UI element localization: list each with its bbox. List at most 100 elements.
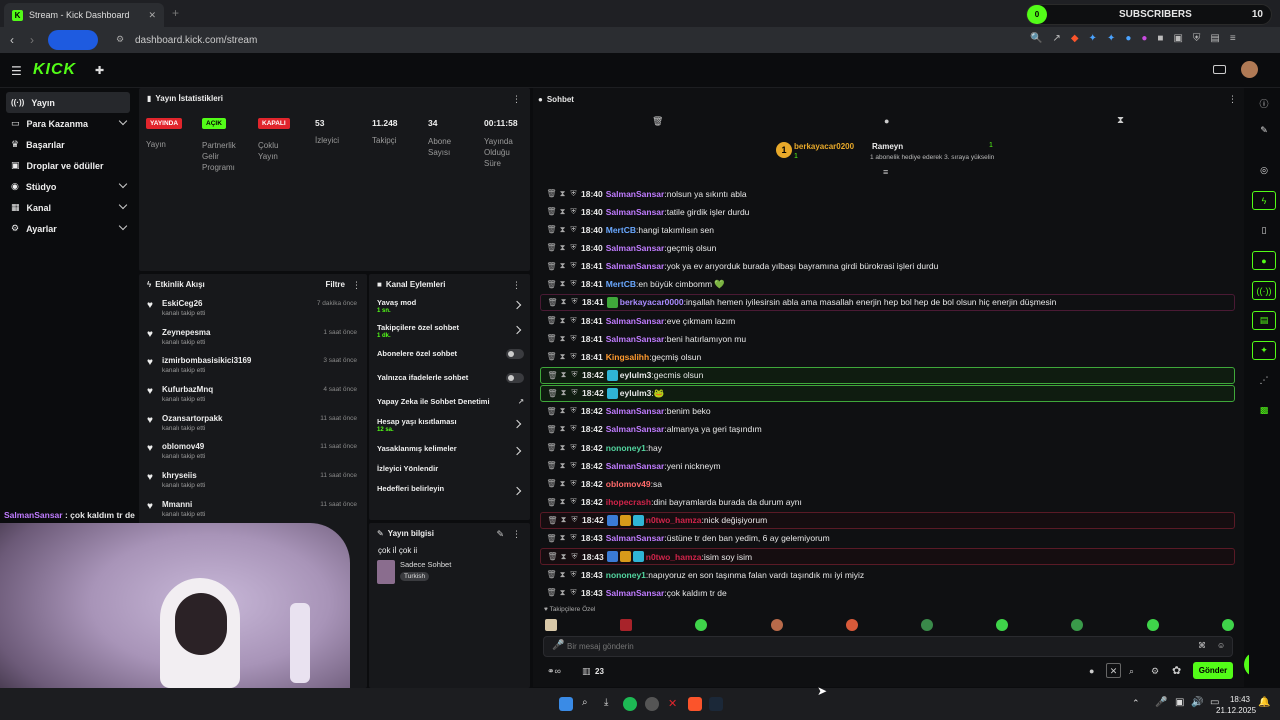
ban-icon[interactable]: ⛨ <box>568 588 579 598</box>
chat-message[interactable]: 🗑 ⧗ ⛨ 18:41 MertCB: en büyük cimbomm 💚 <box>540 276 1235 293</box>
mic-icon[interactable]: 🎤 <box>552 640 564 651</box>
chat-message[interactable]: 🗑 ⧗ ⛨ 18:43 nononey1: napıyoruz en son taşın… <box>540 566 1235 583</box>
timeout-icon[interactable]: ⧗ <box>557 352 568 362</box>
timeout-icon[interactable]: ⧗ <box>557 406 568 416</box>
ban-icon[interactable]: ⛨ <box>568 424 579 434</box>
timeout-icon[interactable]: ⧗ <box>557 461 568 471</box>
delete-message-icon[interactable]: 🗑 <box>546 352 557 361</box>
search-icon[interactable]: ⌕ <box>1129 666 1134 677</box>
channel-action-item[interactable]: Yasaklanmış kelimeler <box>369 444 530 464</box>
timeout-icon[interactable]: ⧗ <box>557 261 568 271</box>
ban-icon[interactable]: ⛨ <box>569 515 580 525</box>
delete-message-icon[interactable]: 🗑 <box>546 425 557 434</box>
chat-message[interactable]: 🗑 ⧗ ⛨ 18:43 n0two_hamza: isim soy isim <box>540 548 1235 565</box>
extension-4-icon[interactable]: ● <box>1141 33 1147 44</box>
command-icon[interactable]: ⌘ <box>1198 641 1206 650</box>
timeout-icon[interactable]: ⧗ <box>557 479 568 489</box>
delete-message-icon[interactable]: 🗑 <box>546 498 557 507</box>
site-info-icon[interactable]: ⚙ <box>116 34 124 45</box>
delete-message-icon[interactable]: 🗑 <box>546 189 557 198</box>
ban-icon[interactable]: ⛨ <box>568 570 579 580</box>
ban-icon[interactable]: ⛨ <box>568 479 579 489</box>
app-icon[interactable] <box>645 697 659 711</box>
toggle-switch[interactable] <box>506 373 524 383</box>
ban-icon[interactable]: ⛨ <box>568 461 579 471</box>
delete-message-icon[interactable]: 🗑 <box>546 534 557 543</box>
more-options-icon[interactable]: ⋮ <box>512 94 521 105</box>
message-username[interactable]: eylulm3 <box>620 370 652 380</box>
app-red-icon[interactable]: ✕ <box>668 697 677 710</box>
timeout-icon[interactable]: ⧗ <box>557 279 568 289</box>
message-username[interactable]: SalmanSansar <box>606 461 665 471</box>
chat-message[interactable]: 🗑 ⧗ ⛨ 18:40 MertCB: hangi takımlısın sen <box>540 221 1235 238</box>
avatar[interactable] <box>1241 61 1258 78</box>
channel-action-item[interactable]: Yalnızca ifadelerle sohbet <box>369 373 530 397</box>
message-username[interactable]: SalmanSansar <box>606 424 665 434</box>
delete-message-icon[interactable]: 🗑 <box>546 243 557 252</box>
message-username[interactable]: nononey1 <box>606 570 646 580</box>
message-username[interactable]: SalmanSansar <box>606 406 665 416</box>
gear-icon[interactable]: ⚙ <box>1151 666 1159 677</box>
tray-mic-icon[interactable]: 🎤 <box>1155 697 1167 708</box>
emote-icon[interactable] <box>770 619 783 631</box>
kick-logo[interactable]: KICK <box>33 61 76 79</box>
chat-message[interactable]: 🗑 ⧗ ⛨ 18:42 SalmanSansar: benim beko <box>540 403 1235 420</box>
info-icon[interactable]: ⓘ <box>1252 94 1276 113</box>
zoom-icon[interactable]: 🔍 <box>1030 33 1042 44</box>
message-username[interactable]: SalmanSansar <box>606 533 665 543</box>
chat-settings-icon[interactable]: ● <box>1089 666 1094 676</box>
chat-message[interactable]: 🗑 ⧗ ⛨ 18:42 ihopecrash: dini bayramlarda bur… <box>540 494 1235 511</box>
message-username[interactable]: SalmanSansar <box>606 261 665 271</box>
notification-icon[interactable]: 🔔 <box>1258 697 1270 708</box>
url-field[interactable]: dashboard.kick.com/stream <box>135 31 257 49</box>
message-username[interactable]: SalmanSansar <box>606 588 665 598</box>
emote-icon[interactable] <box>1146 619 1159 631</box>
message-username[interactable]: n0two_hamza <box>646 515 702 525</box>
channel-action-item[interactable]: Yavaş mod 1 sn. <box>369 298 530 323</box>
timeout-icon[interactable]: ⧗ <box>557 243 568 253</box>
delete-message-icon[interactable]: 🗑 <box>547 516 558 525</box>
ban-icon[interactable]: ⛨ <box>568 352 579 362</box>
delete-message-icon[interactable]: 🗑 <box>546 461 557 470</box>
browser-tab[interactable]: K Stream - Kick Dashboard ✕ <box>4 3 164 27</box>
delete-message-icon[interactable]: 🗑 <box>546 207 557 216</box>
camera-icon[interactable]: ◎ <box>1252 161 1276 180</box>
sidebar-item-droplar[interactable]: ▣ Droplar ve ödüller <box>0 155 136 176</box>
delete-message-icon[interactable]: 🗑 <box>547 389 558 398</box>
ban-icon[interactable]: ⛨ <box>569 388 580 398</box>
delete-message-icon[interactable]: 🗑 <box>547 371 558 380</box>
chat-message[interactable]: 🗑 ⧗ ⛨ 18:41 SalmanSansar: eve çıkmam lazım <box>540 312 1235 329</box>
timeout-icon[interactable]: ⧗ <box>558 388 569 398</box>
message-username[interactable]: SalmanSansar <box>606 243 665 253</box>
ban-icon[interactable]: ⛨ <box>569 370 580 380</box>
ban-icon[interactable]: ⛨ <box>569 552 580 562</box>
hourglass-icon[interactable]: ⧗ <box>1117 115 1124 126</box>
chat-message[interactable]: 🗑 ⧗ ⛨ 18:41 berkayacar0000: inşallah hemen i… <box>540 293 1235 311</box>
shield-icon[interactable]: ▤ <box>1252 311 1276 330</box>
timeout-icon[interactable]: ⧗ <box>557 533 568 543</box>
new-tab-icon[interactable]: + <box>172 6 179 20</box>
wrench-icon[interactable]: ✦ <box>1252 341 1276 360</box>
chat-input[interactable] <box>567 639 1167 653</box>
chat-message[interactable]: 🗑 ⧗ ⛨ 18:43 SalmanSansar: çok kaldım tr de <box>540 584 1235 601</box>
gifter-name[interactable]: berkayacar0200 <box>794 142 854 151</box>
edit-stream-info-icon[interactable]: ✎ <box>496 529 504 540</box>
message-username[interactable]: SalmanSansar <box>606 207 665 217</box>
timeout-icon[interactable]: ⧗ <box>557 424 568 434</box>
chat-message[interactable]: 🗑 ⧗ ⛨ 18:40 SalmanSansar: tatile girdik işle… <box>540 203 1235 220</box>
channel-action-item[interactable]: Abonelere özel sohbet <box>369 349 530 373</box>
timeout-icon[interactable]: ⧗ <box>558 552 569 562</box>
emote-picker-icon[interactable]: ✿ <box>1172 664 1181 677</box>
brave-icon[interactable] <box>688 697 702 711</box>
ban-icon[interactable]: ⛨ <box>568 225 579 235</box>
sidebar-item-para-kazanma[interactable]: ▭ Para Kazanma <box>0 113 136 134</box>
close-tab-icon[interactable]: ✕ <box>148 10 156 21</box>
chat-message[interactable]: 🗑 ⧗ ⛨ 18:40 SalmanSansar: geçmiş olsun <box>540 239 1235 256</box>
broadcast-icon[interactable]: ((·)) <box>1252 281 1276 300</box>
recipient-name[interactable]: Rameyn <box>872 142 903 151</box>
timeout-icon[interactable]: ⧗ <box>558 515 569 525</box>
tray-chevron-icon[interactable]: ⌃ <box>1132 698 1140 709</box>
filter-button[interactable]: Filtre <box>325 280 345 289</box>
chat-message[interactable]: 🗑 ⧗ ⛨ 18:42 n0two_hamza: nick değişiyorum <box>540 511 1235 529</box>
message-username[interactable]: MertCB <box>606 279 636 289</box>
